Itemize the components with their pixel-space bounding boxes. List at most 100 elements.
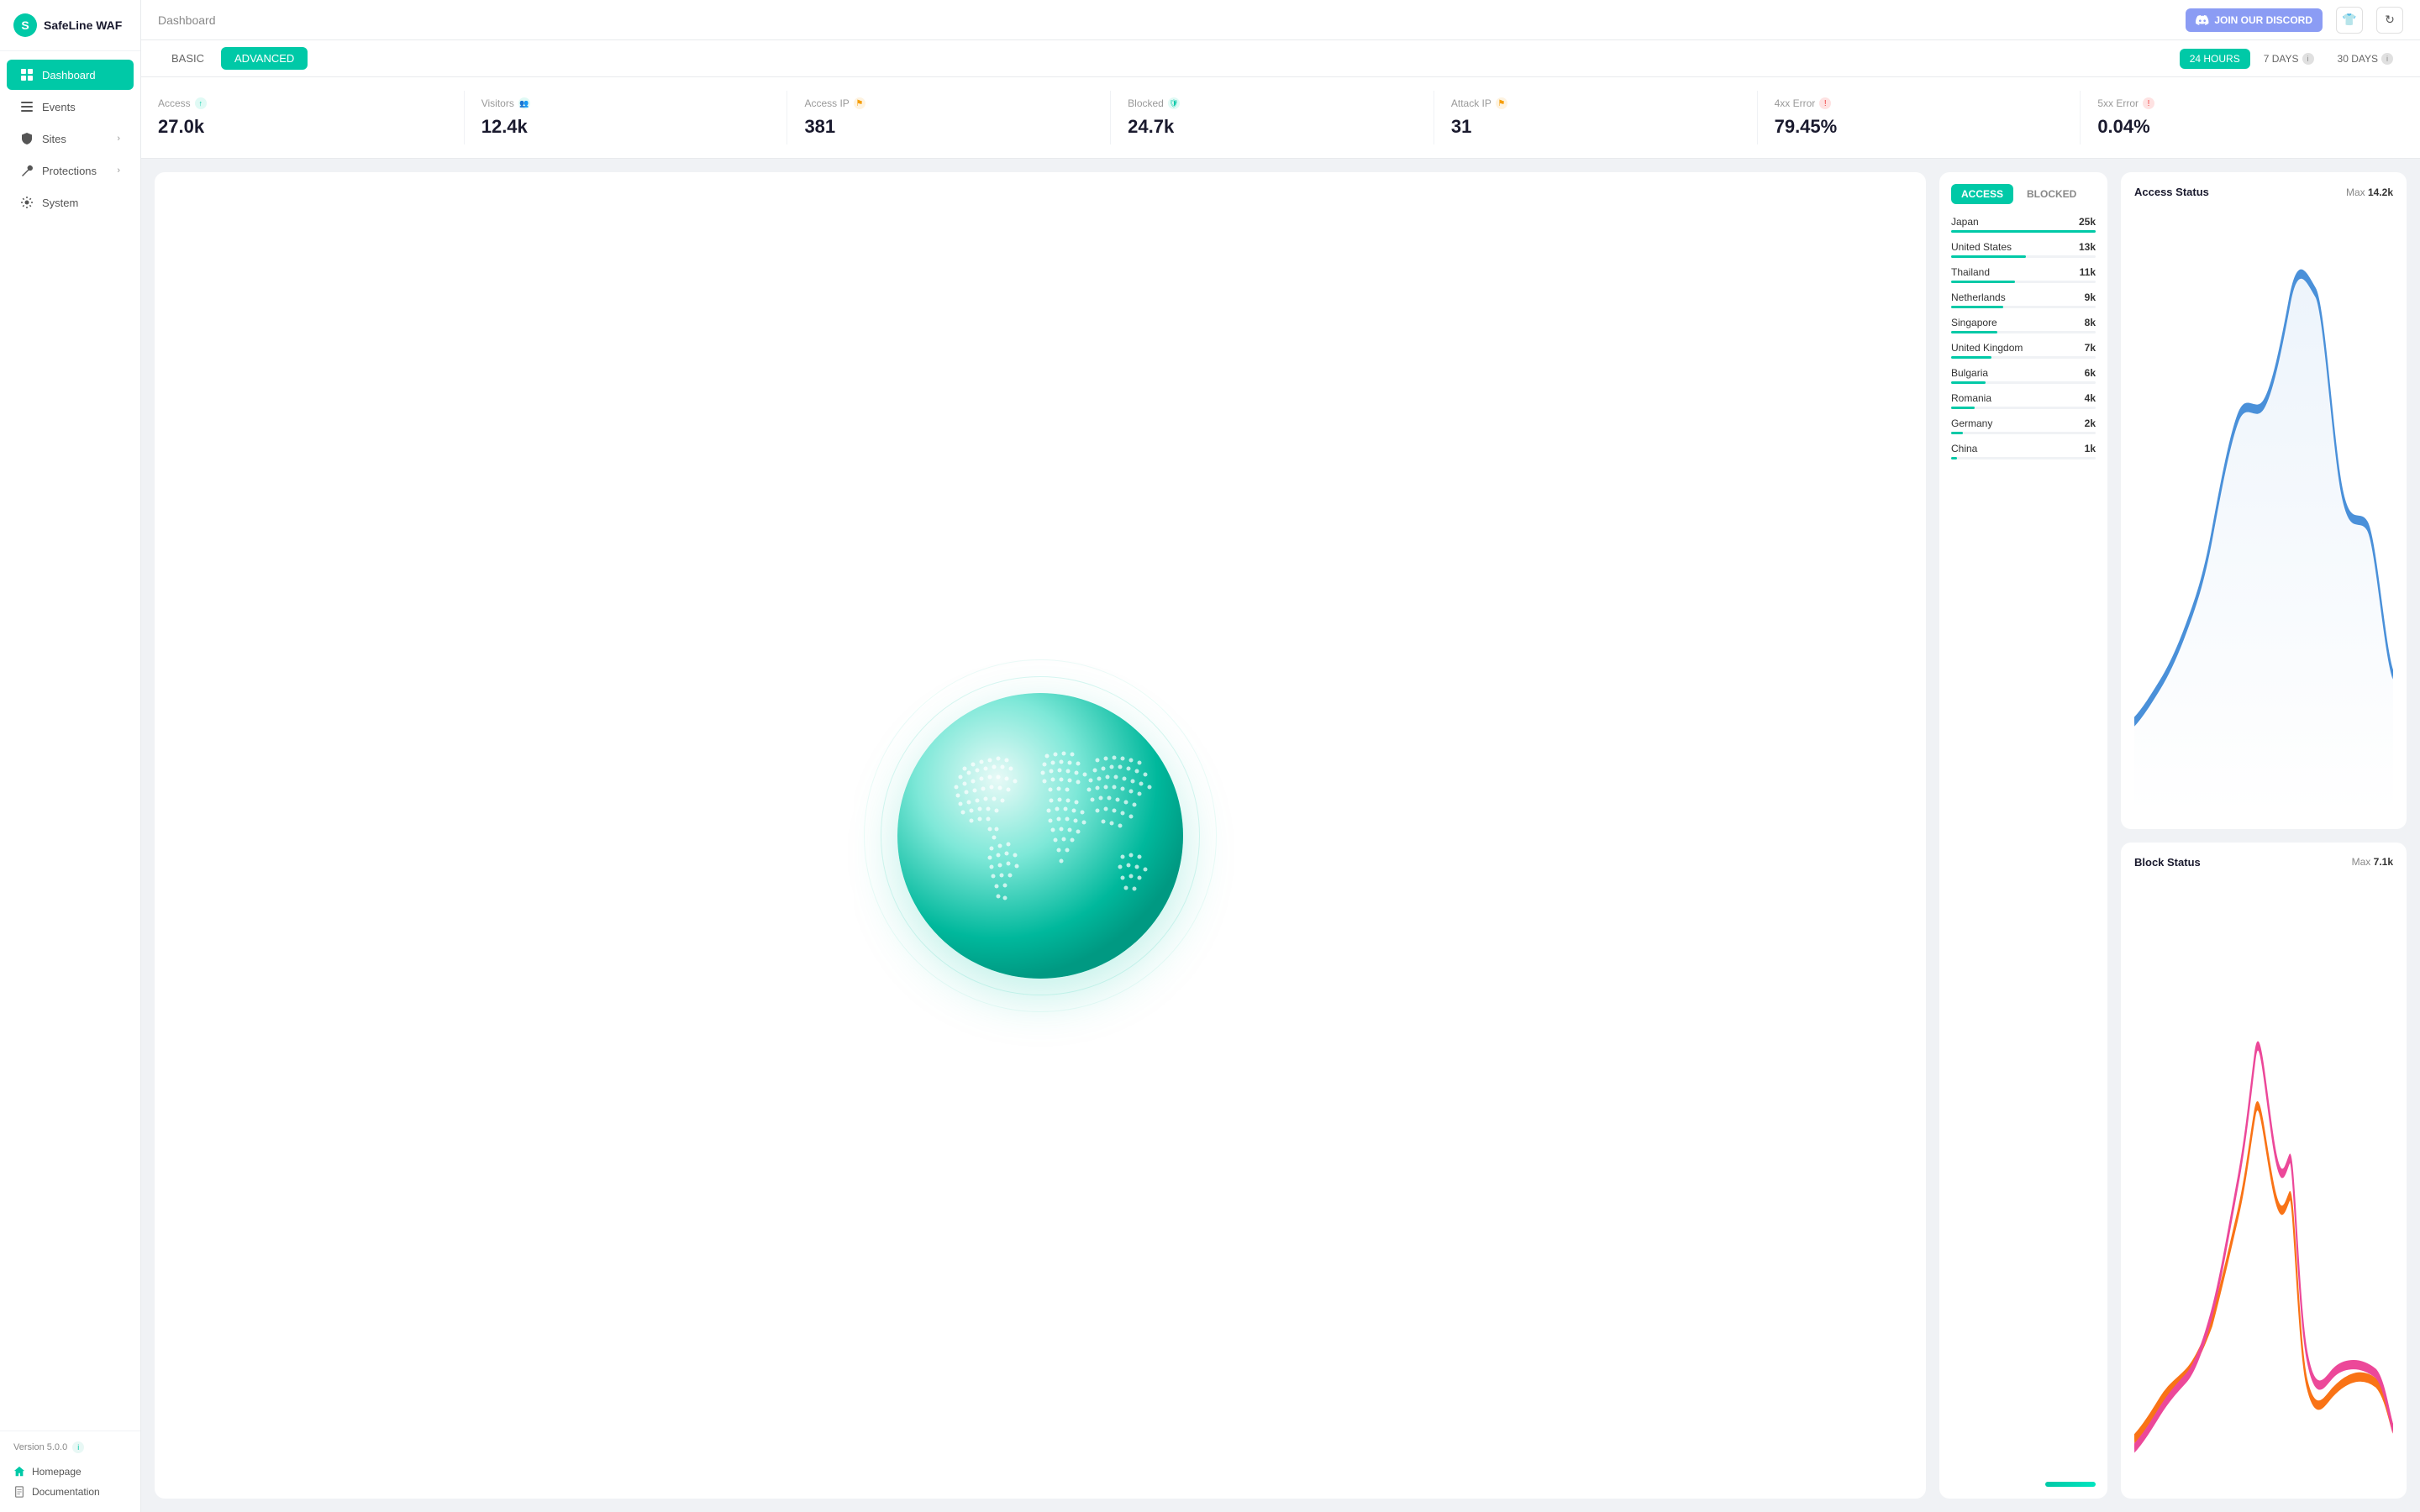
access-ip-info-icon: ⚑ — [854, 97, 865, 109]
discord-icon — [2196, 13, 2209, 27]
country-list: Japan 25k United States 13k Thailand 11k… — [1951, 216, 2096, 1475]
access-toggle-access[interactable]: ACCESS — [1951, 184, 2013, 204]
country-bar — [1951, 230, 2096, 233]
country-bar-bg — [1951, 306, 2096, 308]
person-icon: ↑ — [195, 97, 207, 109]
country-item: China 1k — [1951, 443, 2096, 459]
country-item: Thailand 11k — [1951, 266, 2096, 283]
stat-access-text: Access — [158, 97, 191, 109]
time-24h-button[interactable]: 24 HOURS — [2180, 49, 2250, 69]
sidebar-item-events[interactable]: Events — [7, 92, 134, 122]
shirt-button[interactable]: 👕 — [2336, 7, 2363, 34]
country-value: 13k — [2079, 241, 2096, 253]
country-value: 11k — [2080, 266, 2096, 278]
country-bar — [1951, 407, 1975, 409]
tab-advanced[interactable]: ADVANCED — [221, 47, 308, 70]
sidebar-item-protections[interactable]: Protections › — [7, 155, 134, 186]
country-bar-bg — [1951, 407, 2096, 409]
sidebar-logo: S SafeLine WAF — [0, 0, 140, 51]
time-7d-info-icon: i — [2302, 53, 2314, 65]
country-bar — [1951, 457, 1957, 459]
globe-svg — [897, 693, 1183, 979]
stat-5xx-text: 5xx Error — [2097, 97, 2139, 109]
country-row: Singapore 8k — [1951, 317, 2096, 328]
doc-icon — [13, 1486, 25, 1498]
stat-access-ip-value: 381 — [804, 116, 1093, 138]
tab-basic[interactable]: BASIC — [158, 47, 218, 70]
country-value: 6k — [2085, 367, 2096, 379]
sidebar-item-sites-label: Sites — [42, 133, 66, 145]
block-chart-svg — [2134, 879, 2393, 1486]
discord-label: JOIN OUR DISCORD — [2214, 14, 2312, 26]
stat-attack-ip-value: 31 — [1451, 116, 1740, 138]
country-row: Bulgaria 6k — [1951, 367, 2096, 379]
sidebar: S SafeLine WAF Dashboard Events Sites › — [0, 0, 141, 1512]
time-30d-label: 30 DAYS — [2338, 53, 2378, 65]
access-toggle: ACCESS BLOCKED — [1951, 184, 2096, 204]
block-chart-max-value: 7.1k — [2374, 856, 2393, 868]
documentation-label: Documentation — [32, 1486, 100, 1498]
stat-5xx-label: 5xx Error ! — [2097, 97, 2386, 109]
country-item: Japan 25k — [1951, 216, 2096, 233]
country-value: 4k — [2085, 392, 2096, 404]
time-7d-label: 7 DAYS — [2264, 53, 2299, 65]
block-status-chart: Block Status Max 7.1k — [2121, 843, 2407, 1499]
time-30d-info-icon: i — [2381, 53, 2393, 65]
stat-4xx-text: 4xx Error — [1775, 97, 1816, 109]
country-name: China — [1951, 443, 1977, 454]
country-name: United Kingdom — [1951, 342, 2023, 354]
block-chart-header: Block Status Max 7.1k — [2134, 856, 2393, 869]
country-item: Singapore 8k — [1951, 317, 2096, 333]
access-toggle-blocked[interactable]: BLOCKED — [2017, 184, 2086, 204]
country-bar-bg — [1951, 230, 2096, 233]
time-30d-button[interactable]: 30 DAYS i — [2328, 49, 2403, 69]
access-chart-title: Access Status — [2134, 186, 2209, 198]
block-chart-max: Max 7.1k — [2352, 856, 2393, 868]
sidebar-bottom: Version 5.0.0 i Homepage Documentation — [0, 1431, 140, 1512]
stat-attack-ip: Attack IP ⚑ 31 — [1434, 91, 1758, 144]
settings-icon — [20, 196, 34, 209]
homepage-link[interactable]: Homepage — [13, 1462, 127, 1482]
access-chart-area — [2134, 208, 2393, 816]
chevron-right-icon-2: › — [117, 165, 120, 176]
time-7d-button[interactable]: 7 DAYS i — [2254, 49, 2324, 69]
refresh-button[interactable]: ↻ — [2376, 7, 2403, 34]
stat-4xx: 4xx Error ! 79.45% — [1758, 91, 2081, 144]
scroll-indicator — [1951, 1482, 2096, 1487]
country-row: Netherlands 9k — [1951, 291, 2096, 303]
country-value: 9k — [2085, 291, 2096, 303]
stat-blocked-value: 24.7k — [1128, 116, 1417, 138]
attack-ip-info-icon: ⚑ — [1496, 97, 1507, 109]
country-panel: ACCESS BLOCKED Japan 25k United States 1… — [1939, 172, 2107, 1499]
sidebar-item-system[interactable]: System — [7, 187, 134, 218]
country-bar — [1951, 432, 1963, 434]
discord-button[interactable]: JOIN OUR DISCORD — [2186, 8, 2323, 32]
country-name: Thailand — [1951, 266, 1990, 278]
country-name: Romania — [1951, 392, 1991, 404]
documentation-link[interactable]: Documentation — [13, 1482, 127, 1502]
country-name: Germany — [1951, 417, 1992, 429]
stat-access-value: 27.0k — [158, 116, 447, 138]
globe-panel — [155, 172, 1926, 1499]
blocked-shield-icon: 🛡 — [1168, 97, 1180, 109]
stat-5xx: 5xx Error ! 0.04% — [2081, 91, 2403, 144]
stat-4xx-value: 79.45% — [1775, 116, 2064, 138]
country-bar-bg — [1951, 457, 2096, 459]
logo-icon: S — [13, 13, 37, 37]
country-row: United States 13k — [1951, 241, 2096, 253]
tab-bar: BASIC ADVANCED 24 HOURS 7 DAYS i 30 DAYS… — [141, 40, 2420, 77]
access-chart-svg — [2134, 208, 2393, 816]
country-row: United Kingdom 7k — [1951, 342, 2096, 354]
sidebar-item-dashboard[interactable]: Dashboard — [7, 60, 134, 90]
version-info-icon[interactable]: i — [72, 1441, 84, 1453]
country-item: United States 13k — [1951, 241, 2096, 258]
country-row: Germany 2k — [1951, 417, 2096, 429]
country-row: China 1k — [1951, 443, 2096, 454]
globe-container — [168, 186, 1912, 1485]
sidebar-item-sites[interactable]: Sites › — [7, 123, 134, 154]
country-row: Romania 4k — [1951, 392, 2096, 404]
country-value: 25k — [2079, 216, 2096, 228]
country-item: Germany 2k — [1951, 417, 2096, 434]
stat-4xx-label: 4xx Error ! — [1775, 97, 2064, 109]
country-bar-bg — [1951, 432, 2096, 434]
